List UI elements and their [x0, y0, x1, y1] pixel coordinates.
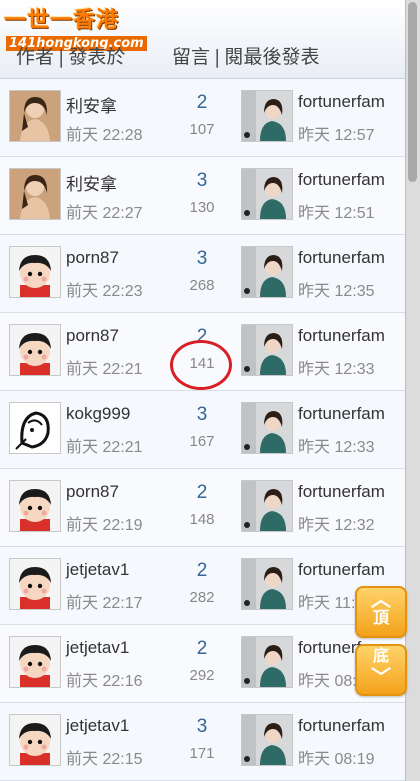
- author-name[interactable]: porn87: [66, 326, 119, 346]
- scroll-bottom-label: 底: [372, 646, 389, 665]
- last-poster-name[interactable]: fortunerfam: [298, 716, 388, 736]
- last-poster-avatar[interactable]: [241, 636, 293, 688]
- thread-row[interactable]: kokg999 前天 22:21 3 167 fortunerfam 昨天 12:33: [0, 391, 406, 469]
- view-count: 107: [189, 121, 215, 138]
- post-time: 前天 22:16: [66, 673, 143, 690]
- post-time: 前天 22:17: [66, 595, 143, 612]
- post-time: 前天 22:19: [66, 517, 143, 534]
- view-count: 167: [189, 433, 215, 450]
- thread-row[interactable]: porn87 前天 22:21 2 141 fortunerfam 昨天 12:33: [0, 313, 406, 391]
- last-poster-name[interactable]: fortunerfam: [298, 404, 388, 424]
- column-separator: |: [214, 46, 221, 68]
- post-time: 前天 22:15: [66, 751, 143, 768]
- reply-count[interactable]: 2: [170, 326, 234, 348]
- author-avatar[interactable]: [9, 90, 61, 142]
- last-poster-avatar[interactable]: [241, 324, 293, 376]
- author-name[interactable]: 利安拿: [66, 170, 117, 195]
- last-post-time[interactable]: 昨天 12:33: [298, 355, 375, 379]
- post-time: 前天 22:21: [66, 439, 143, 456]
- reply-count[interactable]: 3: [170, 248, 234, 270]
- author-name[interactable]: porn87: [66, 248, 119, 268]
- last-post-time[interactable]: 昨天 12:35: [298, 277, 375, 301]
- header-bar: 一世一香港 141hongkong.com 作者 | 發表於 留言 | 閱最後發表: [0, 0, 406, 79]
- last-poster-name[interactable]: fortunerfam: [298, 482, 388, 502]
- author-name[interactable]: jetjetav1: [66, 560, 129, 580]
- author-avatar[interactable]: [9, 402, 61, 454]
- view-count: 130: [189, 199, 215, 216]
- last-poster-avatar[interactable]: [241, 168, 293, 220]
- thread-row[interactable]: jetjetav1 前天 22:16 2 292 fortunerfam 昨天 08:25: [0, 625, 406, 703]
- view-count: 282: [189, 589, 215, 606]
- post-time: 前天 22:21: [66, 361, 143, 378]
- last-poster-avatar[interactable]: [241, 558, 293, 610]
- view-count: 171: [189, 745, 215, 762]
- scrollbar[interactable]: [405, 0, 420, 781]
- post-time: 前天 22:23: [66, 283, 143, 300]
- author-name[interactable]: 利安拿: [66, 92, 117, 117]
- thread-row[interactable]: 利安拿前天 22:27 3 130 fortunerfam 昨天 12:51: [0, 157, 406, 235]
- thread-row[interactable]: porn87 前天 22:19 2 148 fortunerfam 昨天 12:32: [0, 469, 406, 547]
- column-author[interactable]: 作者: [16, 46, 54, 68]
- reply-count[interactable]: 3: [170, 404, 234, 426]
- logo-text: 一世一香港: [4, 8, 120, 33]
- view-count: 292: [189, 667, 215, 684]
- author-name[interactable]: jetjetav1: [66, 638, 129, 658]
- author-name[interactable]: jetjetav1: [66, 716, 129, 736]
- chevron-down-icon: ﹀: [371, 665, 391, 689]
- post-time: 前天 22:27: [66, 205, 143, 222]
- scrollbar-thumb[interactable]: [408, 2, 417, 182]
- scroll-top-label: 頂: [372, 608, 389, 627]
- reply-count[interactable]: 2: [170, 92, 234, 114]
- column-views[interactable]: 閱: [224, 46, 243, 68]
- last-post-time[interactable]: 昨天 12:32: [298, 511, 375, 535]
- reply-count[interactable]: 2: [170, 638, 234, 660]
- author-avatar[interactable]: [9, 714, 61, 766]
- thread-list: 利安拿 前天 22:28 2 107 fortunerfam 昨天 12:57 利安拿 前天 …: [0, 79, 406, 781]
- thread-row[interactable]: jetjetav1 前天 22:15 3 171 fortunerfam 昨天 08:19: [0, 703, 406, 781]
- view-count: 148: [189, 511, 215, 528]
- author-name[interactable]: porn87: [66, 482, 119, 502]
- last-poster-name[interactable]: fortunerfam: [298, 170, 388, 190]
- author-avatar[interactable]: [9, 246, 61, 298]
- last-poster-avatar[interactable]: [241, 714, 293, 766]
- column-separator: |: [58, 46, 65, 68]
- last-poster-avatar[interactable]: [241, 402, 293, 454]
- last-post-time[interactable]: 昨天 12:57: [298, 121, 375, 145]
- last-poster-avatar[interactable]: [241, 90, 293, 142]
- last-poster-name[interactable]: fortunerfam: [298, 560, 388, 580]
- reply-count[interactable]: 2: [170, 482, 234, 504]
- column-header-left: 作者 | 發表於: [16, 42, 125, 69]
- column-last-post[interactable]: 最後發表: [243, 46, 319, 68]
- view-count: 141: [189, 355, 215, 372]
- last-poster-name[interactable]: fortunerfam: [298, 92, 388, 112]
- post-time: 前天 22:28: [66, 127, 143, 144]
- last-post-time[interactable]: 昨天 12:51: [298, 199, 375, 223]
- last-poster-name[interactable]: fortunerfam: [298, 326, 388, 346]
- last-poster-name[interactable]: fortunerfam: [298, 248, 388, 268]
- column-header-right: 留言 | 閱最後發表: [172, 42, 319, 69]
- author-avatar[interactable]: [9, 558, 61, 610]
- column-replies[interactable]: 留言: [172, 46, 210, 68]
- author-avatar[interactable]: [9, 636, 61, 688]
- chevron-up-icon: ︿: [371, 587, 391, 611]
- column-posted[interactable]: 發表於: [68, 46, 125, 68]
- thread-row[interactable]: porn87 前天 22:23 3 268 fortunerfam 昨天 12:35: [0, 235, 406, 313]
- thread-row[interactable]: 利安拿前天 22:28 2 107 fortunerfam 昨天 12:57: [0, 79, 406, 157]
- author-avatar[interactable]: [9, 168, 61, 220]
- scroll-top-button[interactable]: ︿ 頂: [355, 586, 407, 638]
- reply-count[interactable]: 2: [170, 560, 234, 582]
- author-name[interactable]: kokg999: [66, 404, 130, 424]
- last-post-time[interactable]: 昨天 08:19: [298, 745, 375, 769]
- author-avatar[interactable]: [9, 324, 61, 376]
- last-post-time[interactable]: 昨天 12:33: [298, 433, 375, 457]
- scroll-bottom-button[interactable]: 底 ﹀: [355, 644, 407, 696]
- thread-row[interactable]: jetjetav1 前天 22:17 2 282 fortunerfam 昨天 11:49: [0, 547, 406, 625]
- reply-count[interactable]: 3: [170, 716, 234, 738]
- last-poster-avatar[interactable]: [241, 480, 293, 532]
- reply-count[interactable]: 3: [170, 170, 234, 192]
- author-avatar[interactable]: [9, 480, 61, 532]
- last-poster-avatar[interactable]: [241, 246, 293, 298]
- view-count: 268: [189, 277, 215, 294]
